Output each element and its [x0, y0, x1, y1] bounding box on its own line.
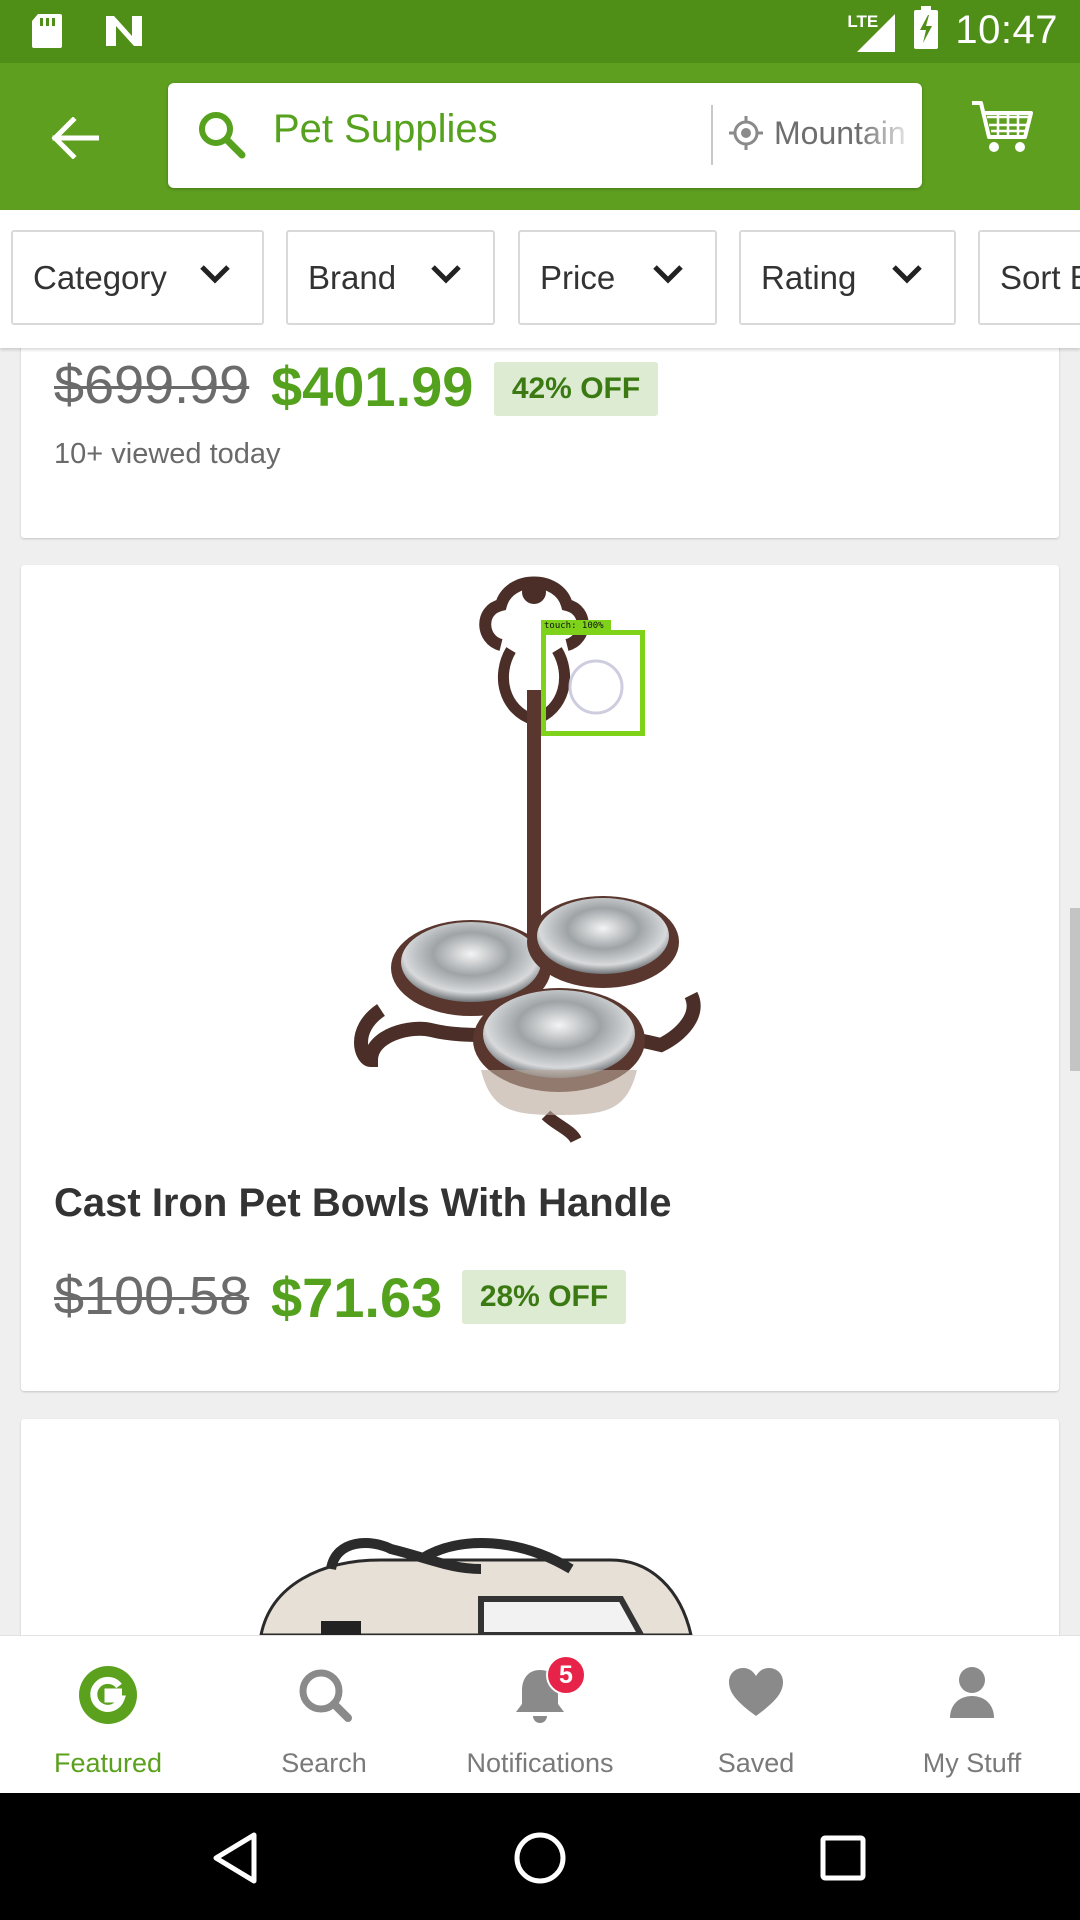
status-left-icons — [30, 12, 144, 55]
touch-indicator-label: touch: 100% — [541, 620, 611, 632]
filter-brand[interactable]: Brand — [286, 230, 495, 325]
sale-price: $71.63 — [271, 1266, 443, 1329]
search-icon — [196, 109, 248, 166]
filter-category[interactable]: Category — [11, 230, 264, 325]
circle-home-icon — [514, 1832, 566, 1884]
filter-label: Price — [540, 258, 616, 296]
discount-badge: 28% OFF — [462, 1270, 626, 1324]
nav-featured[interactable]: Featured — [0, 1636, 216, 1794]
filter-bar: Category Brand Price Rating Sort By — [0, 210, 1080, 348]
app-bar: Pet Supplies Mountain — [0, 63, 1080, 210]
chevron-down-icon — [431, 265, 461, 284]
nav-label: My Stuff — [922, 1748, 1022, 1778]
touch-indicator-box — [541, 630, 645, 736]
chevron-down-icon — [653, 265, 683, 284]
search-bar[interactable]: Pet Supplies Mountain — [168, 83, 922, 188]
nav-my-stuff[interactable]: My Stuff — [864, 1636, 1080, 1794]
filter-label: Sort By — [1000, 258, 1080, 296]
filter-label: Brand — [308, 258, 397, 296]
system-recents-button[interactable] — [808, 1823, 878, 1893]
chevron-down-icon — [892, 265, 922, 284]
status-right-icons: LTE 10:47 — [847, 6, 1058, 55]
cart-button[interactable] — [970, 99, 1050, 169]
scrollbar-thumb[interactable] — [1070, 908, 1080, 1071]
system-home-button[interactable] — [505, 1823, 575, 1893]
search-query[interactable]: Pet Supplies — [273, 107, 498, 152]
filter-label: Category — [33, 258, 167, 296]
back-button[interactable] — [40, 103, 110, 173]
location-fade — [858, 103, 918, 168]
lte-signal-icon: LTE — [847, 8, 897, 54]
nav-search[interactable]: Search — [216, 1636, 432, 1794]
nav-notifications[interactable]: Notifications — [432, 1636, 648, 1794]
triangle-back-icon — [213, 1832, 257, 1884]
original-price: $100.58 — [54, 1266, 250, 1326]
product-card[interactable]: Cast Iron Pet Bowls With Handle $100.58 … — [21, 565, 1059, 1391]
shopping-cart-icon — [972, 101, 1033, 152]
person-icon — [948, 1666, 996, 1725]
system-back-button[interactable] — [200, 1823, 270, 1893]
sd-card-icon — [30, 12, 64, 55]
product-title[interactable]: Cast Iron Pet Bowls With Handle — [54, 1181, 671, 1226]
clock: 10:47 — [955, 8, 1058, 52]
original-price: $699.99 — [54, 355, 250, 415]
filter-sort[interactable]: Sort By — [978, 230, 1080, 325]
filter-price[interactable]: Price — [518, 230, 717, 325]
location-target-icon[interactable] — [728, 115, 764, 156]
discount-badge: 42% OFF — [494, 362, 658, 416]
arrow-left-icon — [51, 117, 99, 159]
nav-label: Featured — [53, 1748, 163, 1778]
n-logo-icon — [104, 14, 144, 53]
search-divider — [711, 105, 713, 165]
notification-badge: 5 — [546, 1655, 586, 1695]
battery-charging-icon — [913, 6, 939, 55]
product-image-pet-carrier[interactable] — [251, 1529, 701, 1635]
status-bar: LTE 10:47 — [0, 0, 1080, 63]
filter-label: Rating — [761, 258, 857, 296]
product-card[interactable] — [21, 1419, 1059, 1659]
viewed-count: 10+ viewed today — [54, 438, 281, 470]
nav-label: Notifications — [466, 1748, 614, 1778]
groupon-g-icon — [79, 1666, 137, 1729]
nav-saved[interactable]: Saved — [648, 1636, 864, 1794]
network-type: LTE — [847, 11, 879, 31]
bottom-navigation: Featured Search Notifications Saved My S… — [0, 1635, 1080, 1793]
square-recents-icon — [820, 1835, 866, 1881]
search-icon — [296, 1666, 352, 1727]
chevron-down-icon — [200, 265, 230, 284]
sale-price: $401.99 — [271, 355, 474, 418]
filter-rating[interactable]: Rating — [739, 230, 956, 325]
heart-icon — [727, 1666, 785, 1723]
nav-label: Search — [281, 1748, 367, 1778]
nav-label: Saved — [717, 1748, 795, 1778]
system-navigation-bar — [0, 1793, 1080, 1920]
